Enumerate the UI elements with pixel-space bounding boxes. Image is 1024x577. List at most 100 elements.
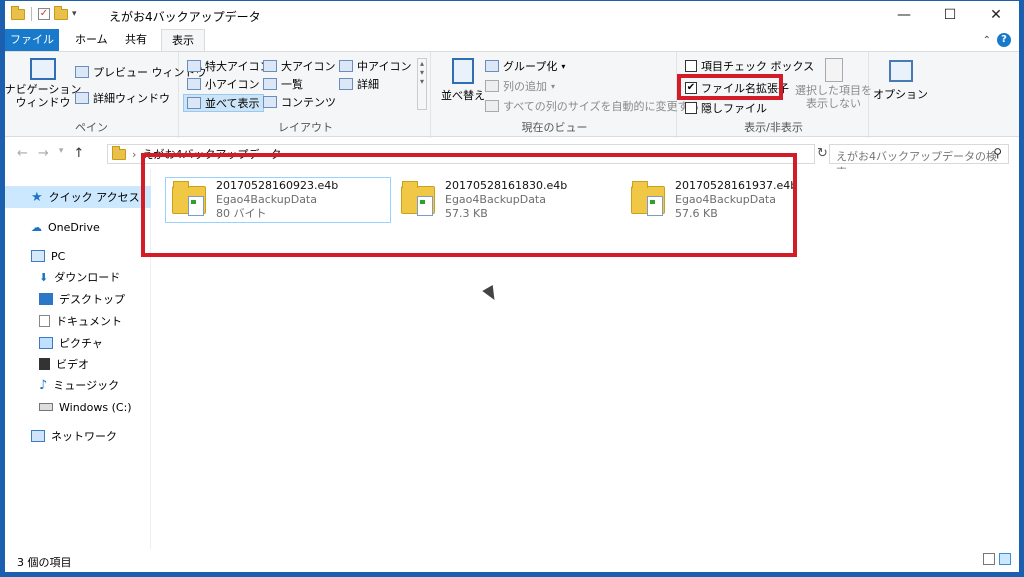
ribbon-tabs: ファイル ホーム 共有 表示 ⌃ ? — [5, 29, 1019, 52]
group-current-view: 並べ替え グループ化 ▾ 列の追加 ▾ すべての列のサイズを自動的に変更する 現在の… — [433, 52, 699, 138]
sidebar-item-documents[interactable]: ドキュメント — [5, 310, 151, 332]
navigation-pane-icon — [30, 58, 56, 80]
recent-locations-icon[interactable]: ▾ — [59, 146, 64, 161]
details-pane-button[interactable]: 詳細ウィンドウ — [75, 90, 170, 106]
sidebar-item-quick-access[interactable]: ★ クイック アクセス — [5, 186, 151, 208]
group-pane: ナビゲーション ウィンドウ プレビュー ウィンドウ 詳細ウィンドウ ペイン — [5, 52, 207, 138]
sort-by-button[interactable]: 並べ替え — [441, 58, 485, 103]
medium-icons-icon — [339, 60, 353, 72]
hide-selected-icon — [824, 58, 843, 82]
picture-icon — [39, 337, 53, 349]
group-by-button[interactable]: グループ化 ▾ — [485, 58, 565, 74]
tab-file[interactable]: ファイル — [5, 29, 59, 51]
group-label-layout: レイアウト — [278, 121, 333, 134]
music-icon: ♪ — [39, 377, 48, 393]
desktop-icon — [39, 293, 53, 305]
search-icon: ⚲ — [993, 146, 1002, 160]
layout-small-icons[interactable]: 小アイコン — [187, 76, 259, 92]
content-icon — [263, 96, 277, 108]
group-layout: 特大アイコン 大アイコン 中アイコン 小アイコン 一覧 詳細 並べて表示 コンテ… — [181, 52, 431, 138]
group-by-icon — [485, 60, 499, 72]
hide-selected-button[interactable]: 選択した項目を 表示しない — [795, 58, 872, 110]
hidden-items-toggle[interactable]: 隠しファイル — [685, 100, 767, 116]
layout-medium-icons[interactable]: 中アイコン — [339, 58, 411, 74]
back-icon[interactable]: ← — [17, 146, 28, 161]
hidden-items-checkbox[interactable] — [685, 102, 697, 114]
sidebar-item-desktop[interactable]: デスクトップ — [5, 288, 151, 310]
sidebar-item-music[interactable]: ♪ ミュージック — [5, 374, 151, 396]
small-icons-icon — [187, 78, 201, 90]
details-pane-icon — [75, 92, 89, 104]
sidebar-item-downloads[interactable]: ⬇ ダウンロード — [5, 266, 151, 288]
refresh-icon[interactable]: ↻ — [817, 146, 828, 161]
item-count: 3 個の項目 — [17, 556, 72, 569]
navigation-pane: ★ クイック アクセス ☁ OneDrive PC ⬇ ダウンロード デスクトッ… — [5, 169, 151, 549]
close-button[interactable]: ✕ — [973, 1, 1019, 29]
group-label-show-hide: 表示/非表示 — [744, 121, 803, 134]
item-checkboxes-checkbox[interactable] — [685, 60, 697, 72]
list-icon — [263, 78, 277, 90]
download-icon: ⬇ — [39, 270, 49, 284]
autosize-columns-icon — [485, 100, 499, 112]
title-bar: ✓ ▾ えがお4バックアップデータ — ☐ ✕ — [5, 1, 1019, 29]
quick-access-toolbar: ✓ ▾ — [11, 5, 77, 21]
video-icon — [39, 358, 50, 370]
maximize-button[interactable]: ☐ — [927, 1, 973, 29]
sidebar-item-onedrive[interactable]: ☁ OneDrive — [5, 216, 151, 238]
details-view-icon[interactable] — [983, 553, 995, 565]
tab-share[interactable]: 共有 — [115, 29, 157, 51]
properties-icon[interactable]: ✓ — [38, 8, 50, 20]
highlight-file-extensions — [677, 74, 783, 100]
layout-tiles[interactable]: 並べて表示 — [183, 94, 264, 112]
layout-extra-large-icons[interactable]: 特大アイコン — [187, 58, 270, 74]
add-columns-icon — [485, 80, 499, 92]
preview-pane-icon — [75, 66, 89, 78]
status-bar: 3 個の項目 — [5, 549, 1019, 572]
tab-view[interactable]: 表示 — [161, 29, 205, 52]
minimize-button[interactable]: — — [881, 1, 927, 29]
group-label-current-view: 現在のビュー — [521, 121, 588, 134]
up-icon[interactable]: ↑ — [73, 146, 84, 161]
collapse-ribbon-icon[interactable]: ⌃ — [983, 35, 991, 46]
sidebar-item-pictures[interactable]: ピクチャ — [5, 332, 151, 354]
cloud-icon: ☁ — [31, 220, 42, 234]
layout-list[interactable]: 一覧 — [263, 76, 303, 92]
options-button[interactable]: オプション — [873, 60, 928, 102]
tab-home[interactable]: ホーム — [65, 29, 118, 51]
layout-content[interactable]: コンテンツ — [263, 94, 336, 110]
autosize-columns-button[interactable]: すべての列のサイズを自動的に変更する — [485, 98, 699, 114]
sidebar-item-pc[interactable]: PC — [5, 245, 151, 267]
file-list: 20170528160923.e4b Egao4BackupData 80 バイ… — [141, 153, 1019, 549]
folder-icon — [11, 5, 25, 20]
large-icons-view-icon[interactable] — [999, 553, 1011, 565]
details-icon — [339, 78, 353, 90]
large-icons-icon — [263, 60, 277, 72]
window-title: えがお4バックアップデータ — [109, 10, 261, 24]
sidebar-item-videos[interactable]: ビデオ — [5, 353, 151, 375]
layout-details[interactable]: 詳細 — [339, 76, 379, 92]
mouse-cursor-icon — [482, 284, 500, 304]
drive-icon — [39, 403, 53, 411]
network-icon — [31, 430, 45, 442]
group-label-pane: ペイン — [75, 121, 108, 134]
new-folder-icon[interactable] — [54, 5, 68, 20]
search-input[interactable]: えがお4バックアップデータの検索 ⚲ — [829, 144, 1009, 179]
layout-large-icons[interactable]: 大アイコン — [263, 58, 335, 74]
help-icon[interactable]: ? — [997, 33, 1011, 47]
highlight-files — [141, 153, 797, 257]
folder-icon — [112, 145, 126, 160]
layout-scroll[interactable]: ▴ ▾ ▾ — [417, 58, 427, 110]
tiles-icon — [187, 97, 201, 109]
add-columns-button[interactable]: 列の追加 ▾ — [485, 78, 555, 94]
customize-toolbar-icon[interactable]: ▾ — [72, 9, 77, 19]
options-icon — [888, 60, 913, 82]
sort-icon — [452, 58, 474, 84]
breadcrumb-chevron-icon[interactable]: › — [132, 148, 136, 161]
extra-large-icons-icon — [187, 60, 201, 72]
navigation-pane-button[interactable]: ナビゲーション ウィンドウ — [5, 58, 81, 109]
ribbon: ナビゲーション ウィンドウ プレビュー ウィンドウ 詳細ウィンドウ ペイン 特大… — [5, 51, 1019, 138]
sidebar-item-network[interactable]: ネットワーク — [5, 425, 151, 447]
star-icon: ★ — [31, 189, 43, 205]
sidebar-item-windows-c[interactable]: Windows (C:) — [5, 396, 151, 418]
forward-icon[interactable]: → — [38, 146, 49, 161]
